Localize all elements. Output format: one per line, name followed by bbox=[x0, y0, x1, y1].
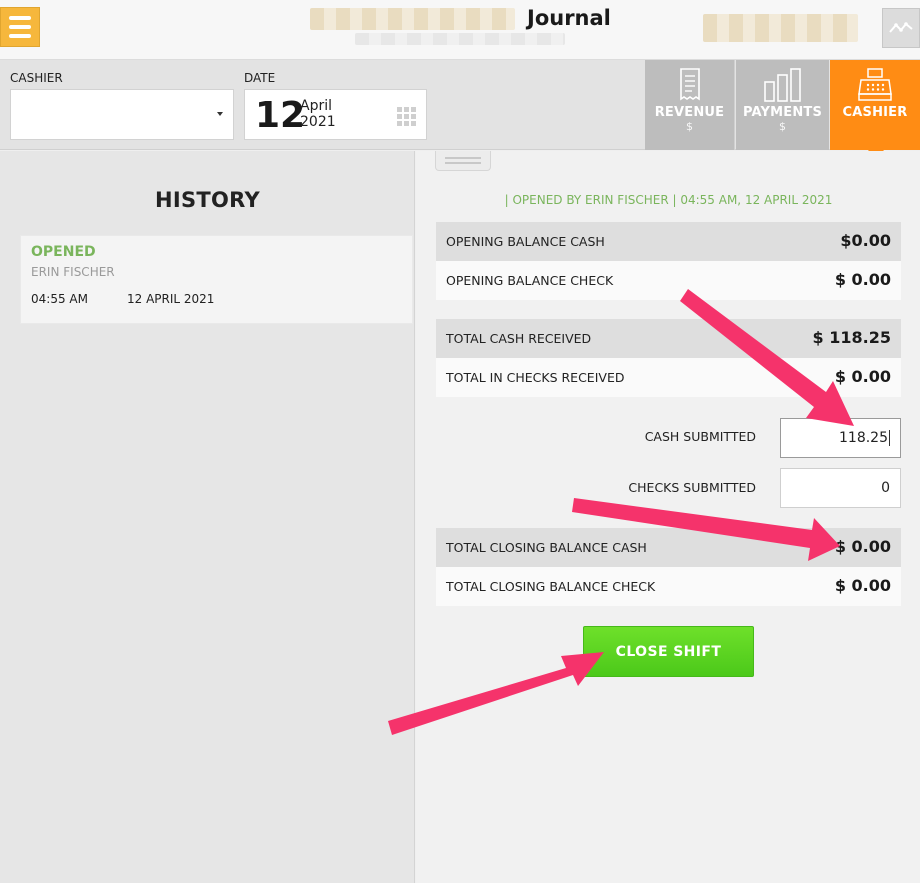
row-total-checks-received: TOTAL IN CHECKS RECEIVED $ 0.00 bbox=[436, 358, 901, 397]
row-total-cash-received: TOTAL CASH RECEIVED $ 118.25 bbox=[436, 319, 901, 358]
tab-payments[interactable]: PAYMENTS $ bbox=[736, 60, 829, 150]
row-value: $ 0.00 bbox=[834, 576, 891, 595]
tab-cashier-label: CASHIER bbox=[842, 105, 908, 120]
text-cursor bbox=[889, 430, 890, 446]
redacted-business-name bbox=[310, 8, 515, 30]
tab-revenue-label: REVENUE bbox=[654, 105, 725, 120]
row-total-closing-balance-check: TOTAL CLOSING BALANCE CHECK $ 0.00 bbox=[436, 567, 901, 606]
chevron-down-icon bbox=[217, 112, 223, 116]
row-value: $ 0.00 bbox=[834, 367, 891, 386]
opened-by-info: | OPENED BY ERIN FISCHER | 04:55 AM, 12 … bbox=[504, 193, 833, 207]
menu-icon[interactable] bbox=[0, 7, 40, 47]
history-entry-time: 04:55 AM bbox=[31, 292, 88, 306]
cash-submitted-label: CASH SUBMITTED bbox=[644, 429, 756, 444]
bar-chart-icon bbox=[763, 68, 801, 102]
cashier-label: CASHIER bbox=[10, 71, 63, 85]
calendar-icon[interactable] bbox=[397, 107, 416, 126]
cash-register-icon bbox=[858, 68, 892, 101]
row-label: OPENING BALANCE CHECK bbox=[446, 273, 614, 288]
date-month: April bbox=[300, 98, 332, 114]
checks-submitted-label: CHECKS SUBMITTED bbox=[628, 480, 756, 495]
date-label: DATE bbox=[244, 71, 276, 85]
row-total-closing-balance-cash: TOTAL CLOSING BALANCE CASH $ 0.00 bbox=[436, 528, 901, 567]
history-entry-name: ERIN FISCHER bbox=[31, 265, 115, 279]
row-opening-balance-cash: OPENING BALANCE CASH $0.00 bbox=[436, 222, 901, 261]
row-value: $ 0.00 bbox=[834, 537, 891, 556]
checks-submitted-input[interactable]: 0 bbox=[780, 468, 901, 508]
row-label: TOTAL IN CHECKS RECEIVED bbox=[446, 370, 625, 385]
row-value: $0.00 bbox=[840, 231, 891, 250]
history-entry-date: 12 APRIL 2021 bbox=[127, 292, 215, 306]
row-opening-balance-check: OPENING BALANCE CHECK $ 0.00 bbox=[436, 261, 901, 300]
trend-line-icon bbox=[889, 22, 913, 33]
cash-submitted-input[interactable]: 118.25 bbox=[780, 418, 901, 458]
redacted-user bbox=[703, 14, 858, 42]
redacted-subtitle bbox=[355, 33, 565, 45]
tab-cashier[interactable]: CASHIER bbox=[830, 60, 920, 150]
row-label: TOTAL CLOSING BALANCE CASH bbox=[446, 540, 647, 555]
drag-handle[interactable] bbox=[435, 151, 491, 171]
checks-submitted-value: 0 bbox=[881, 480, 890, 496]
row-label: OPENING BALANCE CASH bbox=[446, 234, 605, 249]
cash-submitted-value: 118.25 bbox=[839, 430, 888, 446]
trend-button[interactable] bbox=[882, 8, 920, 48]
history-entry[interactable]: OPENED ERIN FISCHER 04:55 AM 12 APRIL 20… bbox=[20, 235, 413, 324]
date-picker[interactable]: 12 April 2021 bbox=[244, 89, 427, 140]
tab-revenue[interactable]: REVENUE $ bbox=[645, 60, 735, 150]
row-label: TOTAL CASH RECEIVED bbox=[446, 331, 592, 346]
history-entry-status: OPENED bbox=[31, 244, 96, 260]
history-title: HISTORY bbox=[154, 188, 261, 212]
receipt-icon bbox=[679, 68, 700, 101]
date-year: 2021 bbox=[300, 114, 336, 130]
tab-revenue-sub: $ bbox=[686, 120, 693, 133]
top-bar: Journal bbox=[0, 0, 920, 60]
date-day: 12 bbox=[255, 95, 306, 136]
close-shift-button[interactable]: CLOSE SHIFT bbox=[583, 626, 754, 677]
row-value: $ 118.25 bbox=[812, 328, 891, 347]
tab-payments-label: PAYMENTS bbox=[742, 105, 823, 120]
page-title: Journal bbox=[527, 6, 611, 30]
row-value: $ 0.00 bbox=[834, 270, 891, 289]
row-label: TOTAL CLOSING BALANCE CHECK bbox=[446, 579, 656, 594]
tab-payments-sub: $ bbox=[779, 120, 786, 133]
cashier-select[interactable] bbox=[10, 89, 234, 140]
